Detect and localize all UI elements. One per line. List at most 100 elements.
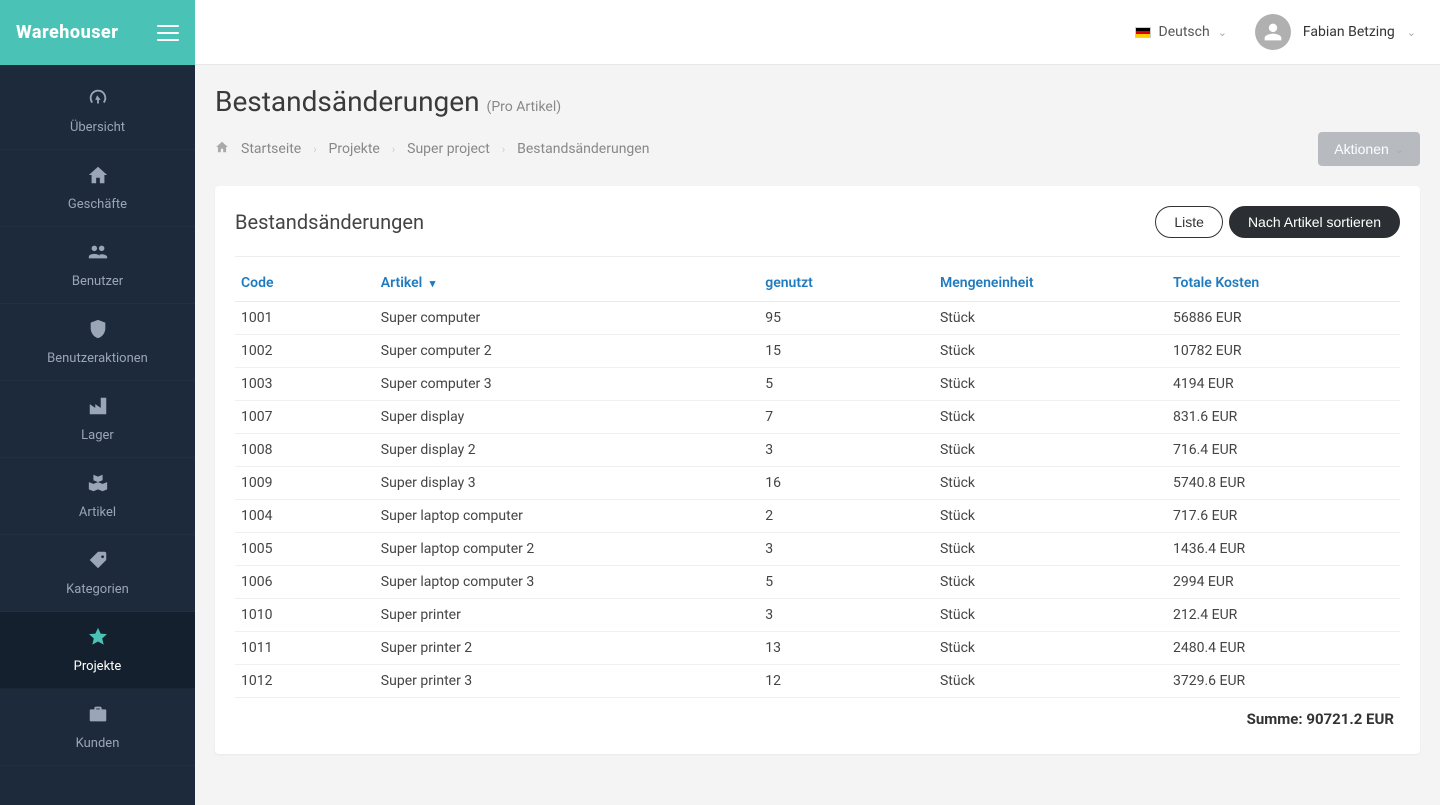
- cell-code: 1011: [235, 632, 375, 665]
- cell-unit: Stück: [934, 566, 1167, 599]
- sidebar-item-kategorien[interactable]: Kategorien: [0, 535, 195, 612]
- cell-total: 831.6 EUR: [1167, 401, 1400, 434]
- briefcase-icon: [87, 703, 109, 730]
- language-selector[interactable]: Deutsch ⌄: [1135, 24, 1227, 40]
- user-menu[interactable]: Fabian Betzing ⌄: [1255, 14, 1416, 50]
- cell-used: 12: [759, 665, 934, 698]
- menu-toggle-icon[interactable]: [157, 25, 179, 41]
- chevron-right-icon: ›: [392, 143, 395, 156]
- chevron-down-icon: ⌄: [1407, 26, 1416, 39]
- cell-code: 1012: [235, 665, 375, 698]
- sidebar-item-label: Übersicht: [70, 120, 125, 135]
- col-used[interactable]: genutzt: [759, 265, 934, 302]
- breadcrumb-item[interactable]: Projekte: [329, 141, 380, 157]
- table-row[interactable]: 1005Super laptop computer 23Stück1436.4 …: [235, 533, 1400, 566]
- sidebar-item-label: Kunden: [76, 736, 120, 751]
- table-row[interactable]: 1009Super display 316Stück5740.8 EUR: [235, 467, 1400, 500]
- sidebar-item-label: Projekte: [74, 659, 122, 674]
- shield-icon: [87, 318, 109, 345]
- col-total[interactable]: Totale Kosten: [1167, 265, 1400, 302]
- cell-unit: Stück: [934, 335, 1167, 368]
- table-row[interactable]: 1003Super computer 35Stück4194 EUR: [235, 368, 1400, 401]
- breadcrumb-item[interactable]: Startseite: [241, 141, 301, 157]
- breadcrumb-item[interactable]: Super project: [407, 141, 490, 157]
- cell-total: 56886 EUR: [1167, 302, 1400, 335]
- cell-article: Super laptop computer: [375, 500, 759, 533]
- cell-total: 717.6 EUR: [1167, 500, 1400, 533]
- cell-total: 716.4 EUR: [1167, 434, 1400, 467]
- cell-total: 5740.8 EUR: [1167, 467, 1400, 500]
- cell-unit: Stück: [934, 500, 1167, 533]
- table-row[interactable]: 1011Super printer 213Stück2480.4 EUR: [235, 632, 1400, 665]
- view-list-button[interactable]: Liste: [1155, 206, 1223, 238]
- cell-code: 1002: [235, 335, 375, 368]
- table-row[interactable]: 1002Super computer 215Stück10782 EUR: [235, 335, 1400, 368]
- cell-unit: Stück: [934, 632, 1167, 665]
- sidebar-item-kunden[interactable]: Kunden: [0, 689, 195, 766]
- cell-total: 3729.6 EUR: [1167, 665, 1400, 698]
- cell-article: Super printer 2: [375, 632, 759, 665]
- cell-code: 1001: [235, 302, 375, 335]
- chevron-down-icon: ⌄: [1395, 143, 1404, 156]
- cell-article: Super computer 2: [375, 335, 759, 368]
- brand-logo[interactable]: Warehouser: [16, 22, 118, 43]
- cell-used: 13: [759, 632, 934, 665]
- table-row[interactable]: 1001Super computer95Stück56886 EUR: [235, 302, 1400, 335]
- cell-article: Super display: [375, 401, 759, 434]
- cell-used: 15: [759, 335, 934, 368]
- sidebar-item-benutzeraktionen[interactable]: Benutzeraktionen: [0, 304, 195, 381]
- sidebar-nav: Übersicht Geschäfte Benutzer Benutzeraktion…: [0, 65, 195, 766]
- sidebar-item-artikel[interactable]: Artikel: [0, 458, 195, 535]
- table-row[interactable]: 1012Super printer 312Stück3729.6 EUR: [235, 665, 1400, 698]
- cell-total: 10782 EUR: [1167, 335, 1400, 368]
- cell-article: Super computer 3: [375, 368, 759, 401]
- actions-button[interactable]: Aktionen ⌄: [1318, 132, 1420, 166]
- table-row[interactable]: 1004Super laptop computer2Stück717.6 EUR: [235, 500, 1400, 533]
- users-icon: [87, 241, 109, 268]
- table-sum: Summe: 90721.2 EUR: [235, 698, 1400, 735]
- cell-used: 16: [759, 467, 934, 500]
- sidebar-item-label: Benutzer: [72, 274, 123, 289]
- topbar: Deutsch ⌄ Fabian Betzing ⌄: [195, 0, 1440, 65]
- sidebar-item--bersicht[interactable]: Übersicht: [0, 73, 195, 150]
- table-row[interactable]: 1007Super display7Stück831.6 EUR: [235, 401, 1400, 434]
- sidebar-header: Warehouser: [0, 0, 195, 65]
- sidebar-item-lager[interactable]: Lager: [0, 381, 195, 458]
- sidebar-item-gesch-fte[interactable]: Geschäfte: [0, 150, 195, 227]
- cell-article: Super printer 3: [375, 665, 759, 698]
- col-code[interactable]: Code: [235, 265, 375, 302]
- cell-used: 3: [759, 599, 934, 632]
- cell-code: 1008: [235, 434, 375, 467]
- col-unit[interactable]: Mengeneinheit: [934, 265, 1167, 302]
- breadcrumb-item: Bestandsänderungen: [517, 141, 649, 157]
- cell-unit: Stück: [934, 467, 1167, 500]
- sidebar-item-label: Benutzeraktionen: [47, 351, 148, 366]
- view-by-article-button[interactable]: Nach Artikel sortieren: [1229, 206, 1400, 238]
- cell-article: Super laptop computer 2: [375, 533, 759, 566]
- table-row[interactable]: 1006Super laptop computer 35Stück2994 EU…: [235, 566, 1400, 599]
- cell-total: 4194 EUR: [1167, 368, 1400, 401]
- cell-unit: Stück: [934, 368, 1167, 401]
- col-article[interactable]: Artikel ▾: [375, 265, 759, 302]
- sidebar-item-label: Kategorien: [66, 582, 129, 597]
- sort-desc-icon: ▾: [430, 277, 436, 290]
- cell-unit: Stück: [934, 533, 1167, 566]
- page-title: Bestandsänderungen (Pro Artikel): [215, 85, 1420, 118]
- chevron-right-icon: ›: [313, 143, 316, 156]
- dashboard-icon: [87, 87, 109, 114]
- page-title-main: Bestandsänderungen: [215, 85, 480, 118]
- cell-unit: Stück: [934, 302, 1167, 335]
- sidebar-item-benutzer[interactable]: Benutzer: [0, 227, 195, 304]
- cell-code: 1007: [235, 401, 375, 434]
- boxes-icon: [87, 472, 109, 499]
- sidebar-item-label: Geschäfte: [68, 197, 127, 212]
- cell-code: 1003: [235, 368, 375, 401]
- table-row[interactable]: 1008Super display 23Stück716.4 EUR: [235, 434, 1400, 467]
- sidebar-item-projekte[interactable]: Projekte: [0, 612, 195, 689]
- cell-total: 2994 EUR: [1167, 566, 1400, 599]
- cell-article: Super display 2: [375, 434, 759, 467]
- cell-unit: Stück: [934, 665, 1167, 698]
- sum-value: 90721.2 EUR: [1306, 710, 1394, 728]
- table-row[interactable]: 1010Super printer3Stück212.4 EUR: [235, 599, 1400, 632]
- cell-article: Super laptop computer 3: [375, 566, 759, 599]
